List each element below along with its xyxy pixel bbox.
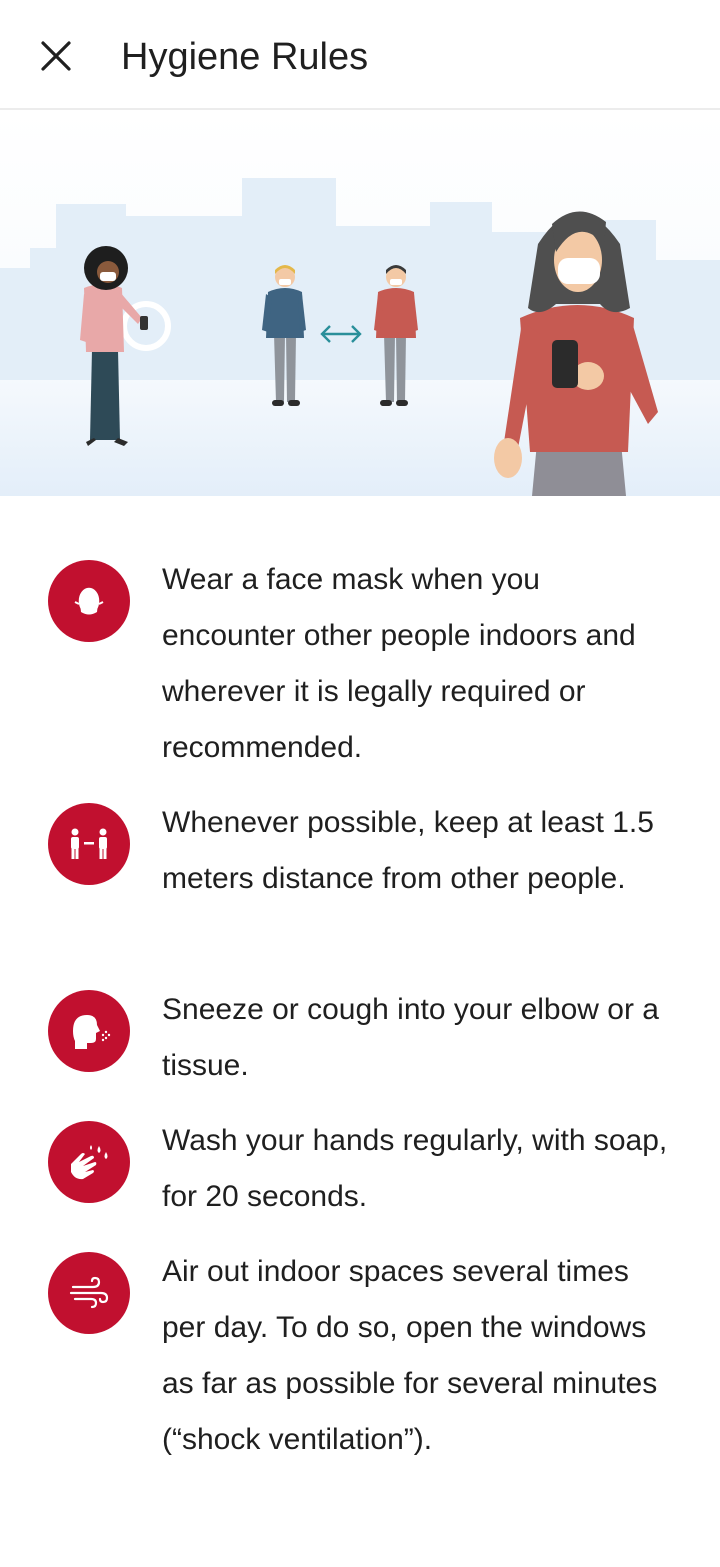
air-ventilation-icon (48, 1252, 130, 1334)
hygiene-rules-list: Wear a face mask when you encounter othe… (0, 552, 720, 1504)
distance-icon (48, 803, 130, 885)
rule-item-distance: Whenever possible, keep at least 1.5 met… (0, 795, 720, 982)
rule-item-face-mask: Wear a face mask when you encounter othe… (0, 552, 720, 795)
page-title: Hygiene Rules (121, 36, 369, 78)
close-button[interactable] (32, 32, 80, 80)
face-mask-icon (48, 560, 130, 642)
rule-text: Sneeze or cough into your elbow or a tis… (162, 993, 659, 1082)
rule-item-sneeze: Sneeze or cough into your elbow or a tis… (0, 982, 720, 1113)
hero-illustration (0, 112, 720, 496)
sneeze-icon (48, 990, 130, 1072)
close-icon (41, 41, 71, 71)
rule-text: Wash your hands regularly, with soap, fo… (162, 1124, 668, 1213)
rule-text: Wear a face mask when you encounter othe… (162, 563, 636, 764)
rule-item-wash-hands: Wash your hands regularly, with soap, fo… (0, 1113, 720, 1244)
rule-text: Whenever possible, keep at least 1.5 met… (162, 806, 654, 895)
rule-text: Air out indoor spaces several times per … (162, 1255, 658, 1456)
rule-item-air-out: Air out indoor spaces several times per … (0, 1244, 720, 1504)
app-bar: Hygiene Rules (0, 0, 720, 110)
wash-hands-icon (48, 1121, 130, 1203)
